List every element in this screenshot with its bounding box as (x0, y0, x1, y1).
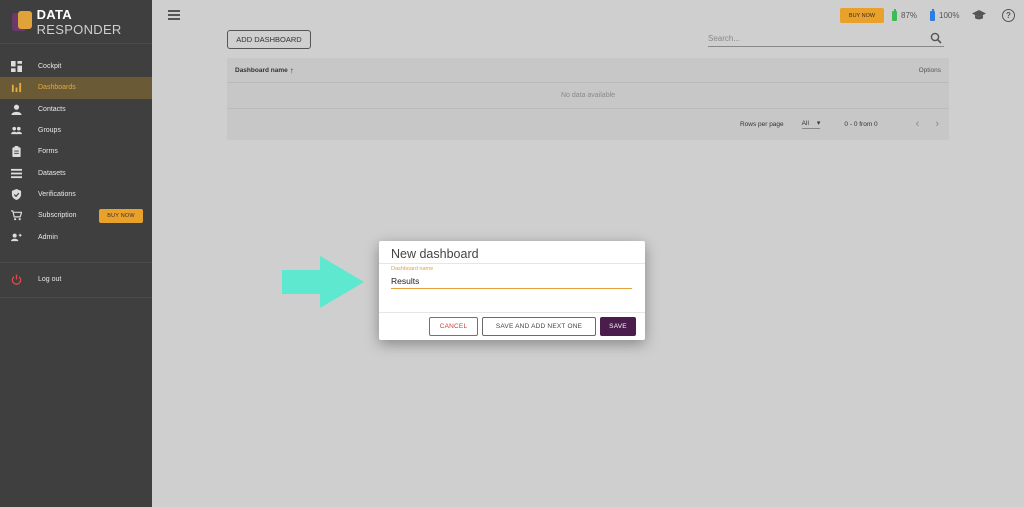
help-icon[interactable]: ? (1002, 9, 1015, 22)
sidebar-item-label: Contacts (38, 105, 66, 113)
column-header-options: Options (918, 66, 941, 74)
sidebar-item-cockpit[interactable]: Cockpit (0, 56, 152, 77)
bar-chart-icon (10, 82, 22, 94)
pagination-range: 0 - 0 from 0 (844, 120, 878, 128)
person-icon (10, 103, 22, 115)
top-buy-now-button[interactable]: BUY NOW (840, 8, 884, 23)
rows-per-page-select[interactable]: All ▾ (801, 119, 821, 129)
admin-icon (10, 231, 22, 243)
dialog-title: New dashboard (391, 247, 479, 261)
sidebar-item-label: Datasets (38, 169, 66, 177)
sidebar-item-contacts[interactable]: Contacts (0, 99, 152, 120)
sidebar-item-label: Admin (38, 233, 58, 241)
sidebar-item-label: Cockpit (38, 63, 62, 71)
cockpit-icon (10, 61, 22, 73)
search-placeholder: Search... (708, 34, 741, 43)
save-button[interactable]: SAVE (600, 317, 636, 336)
column-header-label: Dashboard name (235, 66, 288, 74)
battery-icon (930, 9, 935, 21)
rows-per-page-label: Rows per page (739, 120, 784, 128)
prev-page-icon[interactable]: ‹ (916, 118, 920, 130)
sidebar-item-subscription[interactable]: Subscription BUY NOW (0, 205, 152, 226)
next-page-icon[interactable]: › (935, 118, 939, 130)
dialog-divider (379, 263, 645, 264)
battery-level-text: 87% (901, 11, 918, 20)
search-input[interactable]: Search... (708, 31, 944, 47)
dropdown-arrow-icon: ▾ (816, 120, 821, 127)
battery-status-green: 87% (892, 9, 917, 22)
table-header: Dashboard name ↑ Options (227, 58, 949, 83)
dashboard-name-label: Dashboard name (391, 266, 434, 272)
add-dashboard-button[interactable]: ADD DASHBOARD (227, 30, 311, 49)
sidebar-divider (0, 296, 152, 298)
empty-table-message: No data available (227, 83, 949, 109)
sidebar-item-label: Dashboards (38, 84, 76, 92)
dashboard-name-input[interactable]: Results (391, 274, 632, 289)
dialog-divider (379, 312, 645, 313)
sidebar-item-admin[interactable]: Admin (0, 226, 152, 247)
sidebar-item-datasets[interactable]: Datasets (0, 162, 152, 183)
new-dashboard-dialog: New dashboard Dashboard name Results CAN… (379, 241, 645, 340)
list-icon (10, 167, 22, 179)
sidebar-item-label: Log out (38, 276, 62, 284)
sidebar-item-groups[interactable]: Groups (0, 120, 152, 141)
sidebar-divider (0, 261, 152, 263)
graduation-cap-icon[interactable] (972, 10, 986, 20)
shield-check-icon (10, 188, 22, 200)
sidebar-item-forms[interactable]: Forms (0, 141, 152, 162)
sidebar: DATA RESPONDER Cockpit Dashboards Contac… (0, 0, 152, 507)
dashboards-table: Dashboard name ↑ Options No data availab… (227, 58, 949, 140)
rows-per-page-value: All (801, 119, 809, 127)
brand-name: DATA RESPONDER (36, 6, 122, 37)
sidebar-item-label: Groups (38, 127, 61, 135)
sidebar-item-label: Subscription (38, 212, 77, 220)
sidebar-nav: Cockpit Dashboards Contacts Groups Forms… (0, 44, 152, 298)
search-icon[interactable] (930, 32, 942, 44)
brand[interactable]: DATA RESPONDER (0, 0, 152, 44)
sidebar-item-logout[interactable]: Log out (0, 267, 152, 293)
sidebar-buy-now-button[interactable]: BUY NOW (99, 209, 143, 224)
battery-level-text: 100% (939, 11, 960, 20)
save-and-add-next-button[interactable]: SAVE AND ADD NEXT ONE (482, 317, 596, 336)
battery-icon (892, 9, 897, 21)
table-pagination: Rows per page All ▾ 0 - 0 from 0 ‹ › (227, 109, 949, 139)
sidebar-item-verifications[interactable]: Verifications (0, 184, 152, 205)
sidebar-item-label: Forms (38, 148, 58, 156)
sidebar-item-label: Verifications (38, 190, 76, 198)
column-header-name[interactable]: Dashboard name ↑ (235, 66, 294, 75)
brand-logo-icon (12, 10, 32, 33)
battery-status-blue: 100% (930, 9, 959, 22)
pointer-arrow-icon (282, 256, 364, 308)
sidebar-item-dashboards[interactable]: Dashboards (0, 77, 152, 99)
clipboard-icon (10, 146, 22, 158)
hamburger-menu-icon[interactable] (168, 10, 180, 20)
power-icon (10, 274, 22, 286)
cancel-button[interactable]: CANCEL (429, 317, 478, 336)
group-icon (10, 125, 22, 137)
sort-arrow-icon[interactable]: ↑ (290, 66, 294, 75)
cart-icon (10, 210, 22, 222)
